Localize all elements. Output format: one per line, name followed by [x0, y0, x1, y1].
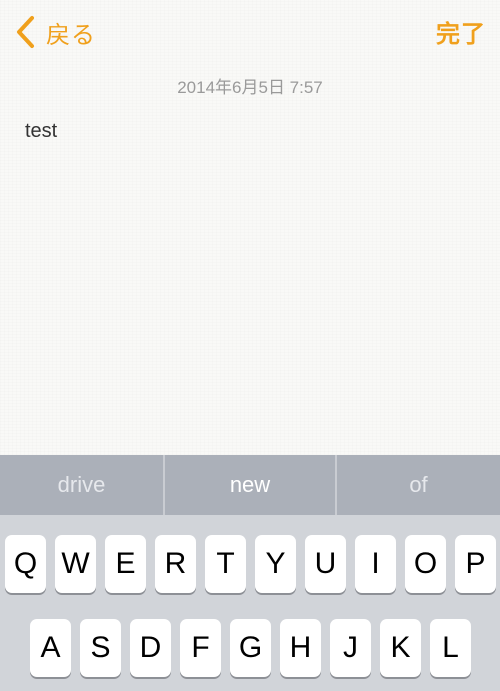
key-a[interactable]: A — [30, 619, 71, 677]
key-e[interactable]: E — [105, 535, 146, 593]
suggestion-drive[interactable]: drive — [0, 455, 163, 515]
key-f[interactable]: F — [180, 619, 221, 677]
key-w[interactable]: W — [55, 535, 96, 593]
key-s[interactable]: S — [80, 619, 121, 677]
suggestion-new[interactable]: new — [165, 455, 335, 515]
done-button[interactable]: 完了 — [436, 14, 486, 49]
key-j[interactable]: J — [330, 619, 371, 677]
key-r[interactable]: R — [155, 535, 196, 593]
key-y[interactable]: Y — [255, 535, 296, 593]
keyboard: Q W E R T Y U I O P A S D F G H J K L — [0, 515, 500, 691]
key-o[interactable]: O — [405, 535, 446, 593]
note-timestamp: 2014年6月5日 7:57 — [177, 78, 323, 97]
note-text[interactable]: test — [25, 120, 57, 143]
key-k[interactable]: K — [380, 619, 421, 677]
suggestion-of[interactable]: of — [337, 455, 500, 515]
key-i[interactable]: I — [355, 535, 396, 593]
key-d[interactable]: D — [130, 619, 171, 677]
chevron-left-icon — [17, 16, 34, 48]
key-t[interactable]: T — [205, 535, 246, 593]
back-label: 戻る — [46, 21, 96, 49]
key-g[interactable]: G — [230, 619, 271, 677]
key-p[interactable]: P — [455, 535, 496, 593]
key-u[interactable]: U — [305, 535, 346, 593]
back-button[interactable]: 戻る — [14, 14, 96, 50]
key-q[interactable]: Q — [5, 535, 46, 593]
predictive-bar: drive new of — [0, 455, 500, 515]
note-area[interactable] — [0, 0, 500, 455]
key-l[interactable]: L — [430, 619, 471, 677]
key-h[interactable]: H — [280, 619, 321, 677]
